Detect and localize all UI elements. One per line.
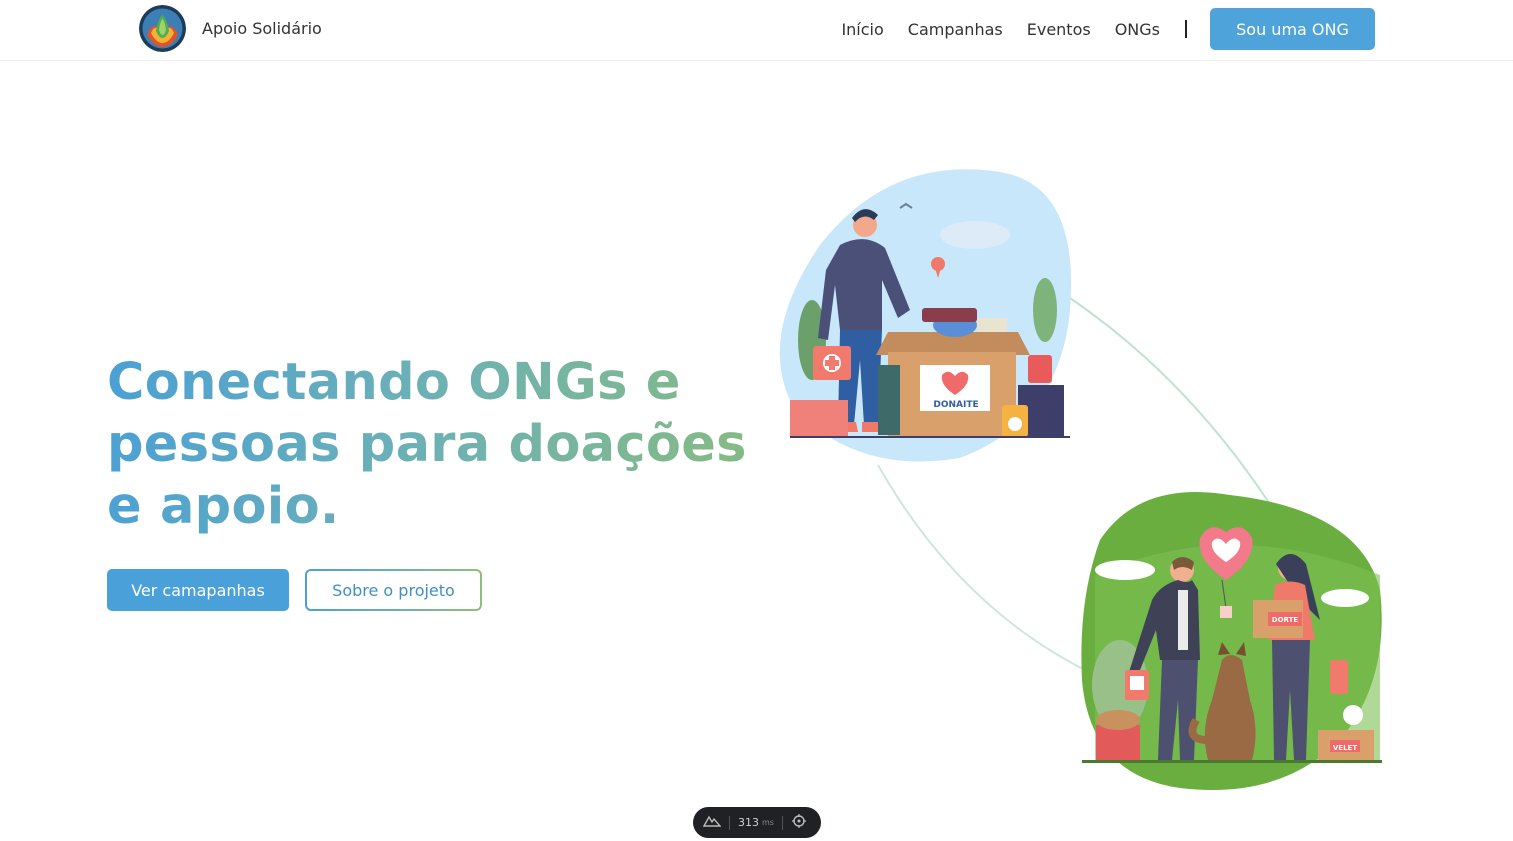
connector-curve — [877, 464, 1096, 676]
render-time-value: 313 — [738, 816, 759, 829]
box-label-dorte: DORTE — [1272, 616, 1299, 624]
hero-title: Conectando ONGs e pessoas para doações e… — [107, 353, 747, 536]
nav-inicio[interactable]: Início — [841, 20, 883, 39]
top-navbar: Apoio Solidário Início Campanhas Eventos… — [0, 0, 1513, 61]
brand-home-link[interactable]: Apoio Solidário — [139, 5, 322, 52]
donation-scene-top: DONAITE — [779, 169, 1072, 462]
sou-uma-ong-button[interactable]: Sou uma ONG — [1210, 8, 1375, 50]
hands-logo-icon — [139, 5, 186, 52]
brand-name: Apoio Solidário — [202, 19, 322, 38]
nav-divider — [1185, 20, 1187, 38]
box-label-velet: VELET — [1333, 744, 1357, 752]
render-time-unit: ms — [762, 818, 774, 827]
nav-campanhas[interactable]: Campanhas — [908, 20, 1003, 39]
main-nav: Início Campanhas Eventos ONGs Sou uma ON… — [841, 8, 1375, 50]
nav-eventos[interactable]: Eventos — [1027, 20, 1091, 39]
dev-toolbar: 313 ms — [693, 807, 821, 838]
hero-actions: Ver camapanhas Sobre o projeto — [107, 569, 482, 611]
toolbar-divider — [781, 815, 783, 830]
donation-scene-bottom: DORTE VELET — [1081, 492, 1382, 790]
hero-illustration: DONAITE DORTE VELET — [760, 160, 1400, 800]
sobre-projeto-button[interactable]: Sobre o projeto — [305, 569, 482, 611]
connector-curve — [1069, 297, 1276, 513]
inspect-target-icon[interactable] — [791, 813, 807, 832]
ver-campanhas-button[interactable]: Ver camapanhas — [107, 569, 289, 611]
nuxt-logo-icon[interactable] — [702, 815, 722, 830]
nav-ongs[interactable]: ONGs — [1115, 20, 1160, 39]
box-label-donaite: DONAITE — [933, 400, 978, 410]
toolbar-divider — [729, 815, 730, 830]
